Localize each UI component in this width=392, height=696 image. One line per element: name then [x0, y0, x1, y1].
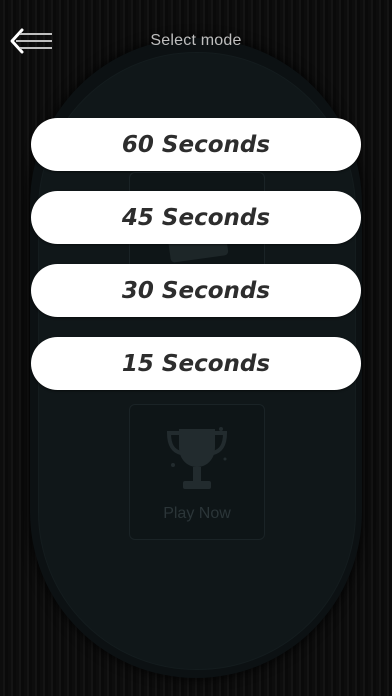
- trophy-icon: [166, 427, 228, 489]
- play-now-tile: Play Now: [129, 404, 265, 540]
- mode-45-seconds-button[interactable]: 45 Seconds: [31, 191, 361, 244]
- select-mode-screen: Play Now Select mode 60 Seconds 45 Secon…: [0, 0, 392, 696]
- page-title: Select mode: [150, 32, 242, 49]
- mode-15-seconds-button[interactable]: 15 Seconds: [31, 337, 361, 390]
- mode-60-seconds-button[interactable]: 60 Seconds: [31, 118, 361, 171]
- play-now-label: Play Now: [163, 505, 231, 522]
- mode-list: 60 Seconds 45 Seconds 30 Seconds 15 Seco…: [31, 118, 361, 410]
- mode-30-seconds-button[interactable]: 30 Seconds: [31, 264, 361, 317]
